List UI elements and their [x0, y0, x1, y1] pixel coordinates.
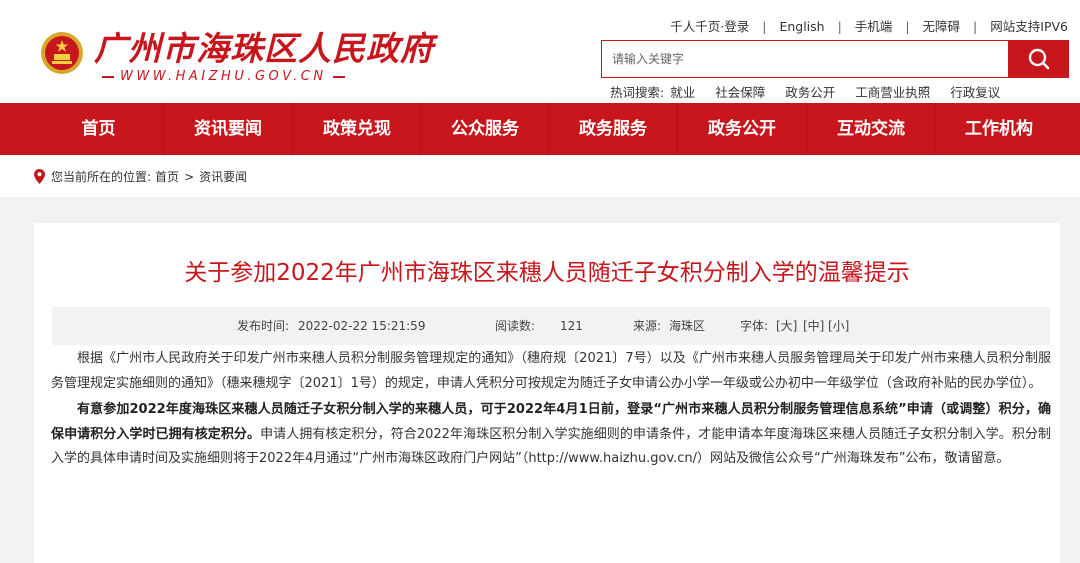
breadcrumb-sep: > [184, 169, 195, 184]
search-button[interactable] [1009, 40, 1069, 78]
nav-item-news[interactable]: 资讯要闻 [163, 103, 292, 155]
nav-item-gov-service[interactable]: 政务服务 [548, 103, 677, 155]
font-small-button[interactable]: [小] [828, 307, 849, 345]
hot-term[interactable]: 行政复议 [950, 85, 1000, 100]
views-count: 121 [560, 319, 583, 333]
source-label: 来源: [633, 319, 662, 333]
top-links: 千人千页·登录 | English | 手机端 | 无障碍 | 网站支持IPV6 [670, 19, 1068, 34]
location-pin-icon [34, 169, 45, 184]
site-header: 广州市海珠区人民政府 WWW.HAIZHU.GOV.CN 千人千页·登录 | Eng… [0, 0, 1080, 103]
nav-item-gov-disclosure[interactable]: 政务公开 [677, 103, 806, 155]
login-link[interactable]: 千人千页·登录 [670, 19, 749, 34]
ipv6-link[interactable]: 网站支持IPV6 [990, 19, 1068, 34]
site-url: WWW.HAIZHU.GOV.CN [96, 69, 351, 84]
site-url-text: WWW.HAIZHU.GOV.CN [120, 69, 327, 84]
site-name[interactable]: 广州市海珠区人民政府 [94, 22, 434, 70]
nav-item-interaction[interactable]: 互动交流 [806, 103, 935, 155]
hot-term[interactable]: 就业 [670, 85, 695, 100]
search-input[interactable]: 请输入关键字 [601, 40, 1009, 78]
nav-item-policy[interactable]: 政策兑现 [292, 103, 421, 155]
nav-item-public-service[interactable]: 公众服务 [420, 103, 549, 155]
article-meta: 发布时间: 2022-02-22 15:21:59 阅读数: 121 来源: 海… [52, 307, 1050, 345]
nav-item-agencies[interactable]: 工作机构 [934, 103, 1063, 155]
mobile-link[interactable]: 手机端 [855, 19, 893, 34]
views-label: 阅读数: [495, 319, 536, 333]
source-value: 海珠区 [669, 319, 706, 333]
article-body: 根据《广州市人民政府关于印发广州市来穗人员积分制服务管理规定的通知》（穗府规〔2… [51, 347, 1051, 474]
search-icon [1028, 48, 1050, 70]
main-nav: 首页 资讯要闻 政策兑现 公众服务 政务服务 政务公开 互动交流 工作机构 [0, 103, 1080, 155]
hot-search-label: 热词搜索: [610, 85, 665, 100]
nav-item-home[interactable]: 首页 [34, 103, 163, 155]
article-paragraph: 有意参加2022年度海珠区来穗人员随迁子女积分制入学的来穗人员，可于2022年4… [51, 398, 1051, 472]
breadcrumb: 您当前所在的位置: 首页 > 资讯要闻 [34, 168, 247, 185]
hot-term[interactable]: 社会保障 [715, 85, 765, 100]
hot-search: 热词搜索: 就业 社会保障 政务公开 工商营业执照 行政复议 [610, 82, 1020, 101]
breadcrumb-label: 您当前所在的位置: [51, 170, 152, 184]
article: 关于参加2022年广州市海珠区来穗人员随迁子女积分制入学的温馨提示 发布时间: … [34, 223, 1060, 563]
english-link[interactable]: English [779, 19, 824, 34]
font-large-button[interactable]: [大] [776, 307, 797, 345]
breadcrumb-home[interactable]: 首页 [155, 168, 179, 185]
breadcrumb-bar: 您当前所在的位置: 首页 > 资讯要闻 [0, 155, 1080, 197]
font-size-label: 字体: [740, 319, 769, 333]
font-medium-button[interactable]: [中] [803, 307, 824, 345]
breadcrumb-news[interactable]: 资讯要闻 [199, 168, 247, 185]
national-emblem-icon [41, 32, 83, 74]
publish-time: 2022-02-22 15:21:59 [298, 319, 426, 333]
accessibility-link[interactable]: 无障碍 [923, 19, 961, 34]
hot-term[interactable]: 工商营业执照 [855, 85, 930, 100]
hot-term[interactable]: 政务公开 [785, 85, 835, 100]
article-title: 关于参加2022年广州市海珠区来穗人员随迁子女积分制入学的温馨提示 [184, 260, 910, 286]
publish-label: 发布时间: [237, 319, 290, 333]
article-paragraph: 根据《广州市人民政府关于印发广州市来穗人员积分制服务管理规定的通知》（穗府规〔2… [51, 351, 1051, 391]
